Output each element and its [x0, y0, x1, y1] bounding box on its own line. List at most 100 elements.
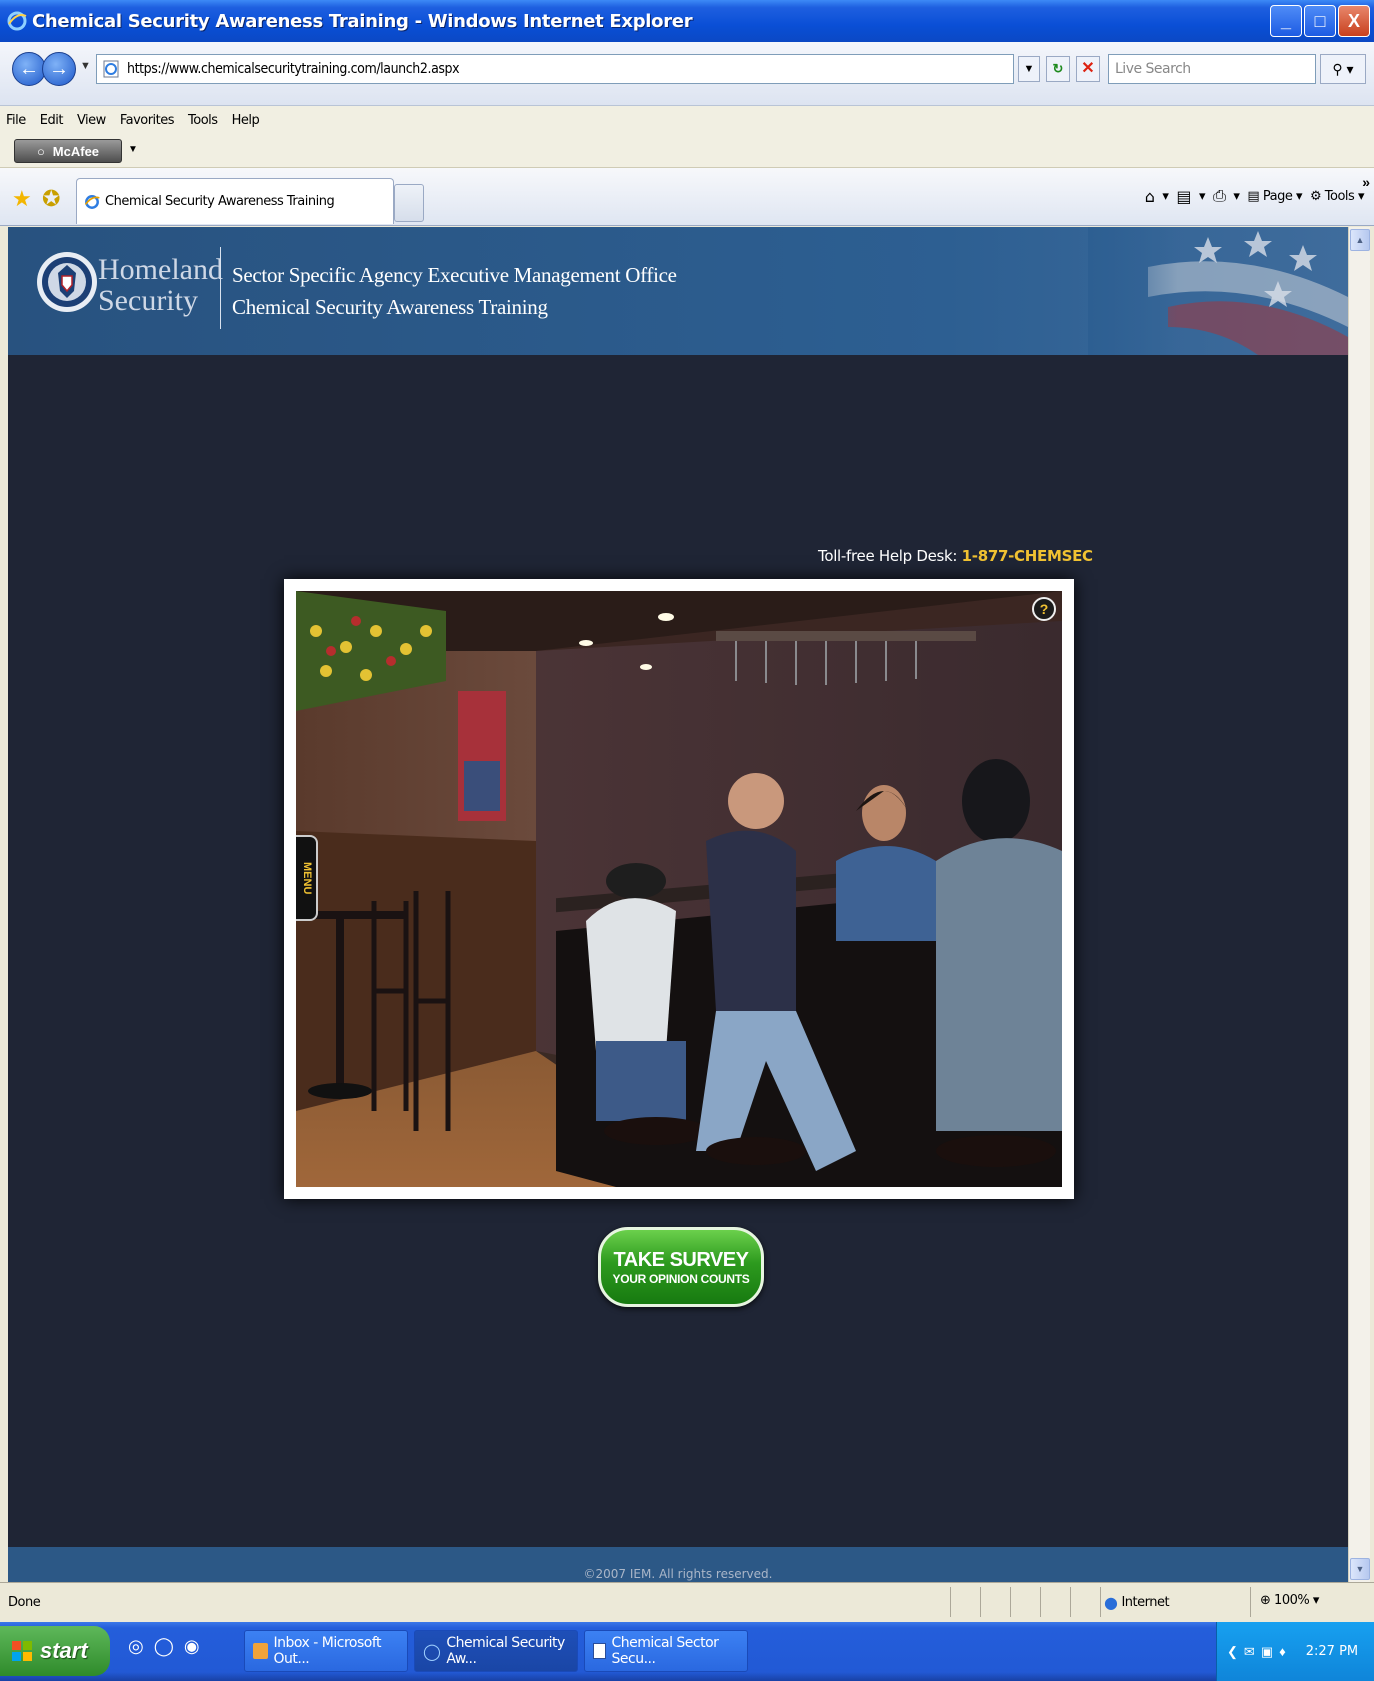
maximize-button[interactable]: □	[1304, 5, 1336, 37]
refresh-button[interactable]: ↻	[1046, 56, 1070, 82]
vertical-scrollbar[interactable]: ▲ ▼	[1348, 227, 1370, 1582]
menu-view[interactable]: View	[77, 113, 106, 128]
ie-quick-icon[interactable]: ◯	[154, 1636, 174, 1657]
window-controls: _ □ X	[1270, 5, 1370, 37]
clock: 2:27 PM	[1305, 1644, 1359, 1659]
globe-icon: ●	[1104, 1593, 1118, 1612]
forward-arrow-icon: →	[49, 57, 69, 80]
zoom-dropdown-icon: ▾	[1312, 1593, 1320, 1608]
status-cell	[1040, 1587, 1041, 1617]
survey-title: TAKE SURVEY	[613, 1248, 749, 1271]
quick-launch: ◎ ◯ ◉	[128, 1636, 200, 1657]
task-inbox-outlook[interactable]: Inbox - Microsoft Out...	[244, 1630, 408, 1672]
start-label: start	[40, 1638, 88, 1663]
page-menu-icon: ▤	[1247, 188, 1260, 204]
new-tab-button[interactable]	[394, 184, 424, 222]
help-button[interactable]: ?	[1032, 597, 1056, 621]
mcafee-toolbar: ○ McAfee ▼	[0, 134, 1374, 168]
menu-tab-button[interactable]: MENU	[296, 835, 318, 921]
page-icon	[103, 60, 119, 78]
network-icon[interactable]: ♦	[1279, 1644, 1286, 1659]
address-dropdown-button[interactable]: ▼	[1018, 56, 1040, 82]
status-cell	[950, 1587, 951, 1617]
security-zone[interactable]: ● Internet	[1104, 1593, 1170, 1612]
window-title: Chemical Security Awareness Training - W…	[32, 10, 693, 32]
print-icon[interactable]: ⎙	[1213, 186, 1226, 206]
desktop-icon[interactable]: ◎	[128, 1636, 144, 1657]
feeds-icon[interactable]: ▤	[1176, 187, 1191, 206]
status-cell	[1100, 1587, 1101, 1617]
status-cell	[1070, 1587, 1071, 1617]
favorites-star-icon[interactable]: ★	[12, 186, 32, 212]
stop-button[interactable]: ✕	[1076, 56, 1100, 82]
training-scene[interactable]: ? MENU	[296, 591, 1062, 1187]
search-button[interactable]: ⚲ ▾	[1320, 54, 1366, 84]
minimize-button[interactable]: _	[1270, 5, 1302, 37]
back-button[interactable]: ←	[12, 52, 46, 86]
mcafee-status-icon: ○	[36, 143, 45, 159]
scroll-down-button[interactable]: ▼	[1350, 1558, 1370, 1580]
helpdesk-info: Toll-free Help Desk: 1-877-CHEMSEC	[818, 547, 1093, 565]
address-input[interactable]: https://www.chemicalsecuritytraining.com…	[96, 54, 1014, 84]
take-survey-button[interactable]: TAKE SURVEY YOUR OPINION COUNTS	[598, 1227, 764, 1307]
outlook-tray-icon[interactable]: ▣	[1261, 1644, 1273, 1660]
tab-label: Chemical Security Awareness Training	[105, 194, 335, 209]
add-favorite-icon[interactable]: ✪	[42, 186, 60, 212]
stop-icon: ✕	[1081, 60, 1095, 77]
chevron-more-icon[interactable]: »	[1362, 174, 1370, 190]
start-button[interactable]: start	[0, 1626, 110, 1676]
tray-arrow-icon[interactable]: ❮	[1227, 1644, 1238, 1660]
ie-task-icon: ◯	[423, 1641, 441, 1661]
task-label: Chemical Sector Secu...	[611, 1635, 719, 1667]
menu-favorites[interactable]: Favorites	[120, 113, 175, 128]
site-header: Homeland Security Sector Specific Agency…	[8, 227, 1348, 355]
forward-button[interactable]: →	[42, 52, 76, 86]
menu-help[interactable]: Help	[232, 113, 260, 128]
helpdesk-phone: 1-877-CHEMSEC	[961, 547, 1093, 565]
task-chemical-sector[interactable]: Chemical Sector Secu...	[584, 1630, 748, 1672]
tab-chemical-security[interactable]: Chemical Security Awareness Training	[76, 178, 394, 224]
page-menu-button[interactable]: ▤ Page ▾	[1247, 189, 1302, 204]
mcafee-dropdown-icon[interactable]: ▼	[128, 144, 138, 155]
helpdesk-label: Toll-free Help Desk:	[818, 547, 958, 565]
site-footer: ©2007 IEM. All rights reserved.	[8, 1547, 1348, 1582]
windows-taskbar: start ◎ ◯ ◉ Inbox - Microsoft Out... ◯ C…	[0, 1622, 1374, 1681]
menu-file[interactable]: File	[6, 113, 26, 128]
mail-icon[interactable]: ✉	[1244, 1644, 1255, 1660]
windows-logo-icon	[12, 1641, 32, 1661]
training-title: Chemical Security Awareness Training	[232, 295, 548, 319]
task-label: Chemical Security Aw...	[446, 1635, 565, 1667]
survey-subtitle: YOUR OPINION COUNTS	[612, 1271, 750, 1286]
ie-icon	[7, 11, 27, 31]
status-cell	[1250, 1587, 1251, 1617]
flag-graphic	[1088, 227, 1348, 355]
close-button[interactable]: X	[1338, 5, 1370, 37]
window-titlebar[interactable]: Chemical Security Awareness Training - W…	[0, 0, 1374, 42]
task-chemical-security[interactable]: ◯ Chemical Security Aw...	[414, 1630, 578, 1672]
tools-menu-label: Tools	[1324, 188, 1355, 204]
zoom-control[interactable]: ⊕ 100% ▾	[1260, 1593, 1319, 1608]
bar-scene-image	[296, 591, 1062, 1187]
scroll-up-button[interactable]: ▲	[1350, 229, 1370, 251]
menu-bar: File Edit View Favorites Tools Help	[0, 106, 1374, 134]
command-bar: ⌂ ▾ ▤ ▾ ⎙ ▾ ▤ Page ▾ ⚙ Tools ▾	[1144, 186, 1365, 206]
history-dropdown-icon[interactable]: ▼	[80, 60, 91, 72]
tab-bar: ★ ✪ Chemical Security Awareness Training…	[0, 168, 1374, 226]
home-icon[interactable]: ⌂	[1145, 187, 1155, 206]
status-text: Done	[8, 1595, 41, 1610]
status-cell	[980, 1587, 981, 1617]
mcafee-label: McAfee	[52, 143, 100, 159]
brand-security: Security	[98, 284, 198, 317]
system-tray: ❮ ✉ ▣ ♦ 2:27 PM	[1216, 1622, 1374, 1681]
menu-tools[interactable]: Tools	[188, 113, 218, 128]
mcafee-button[interactable]: ○ McAfee	[14, 139, 122, 163]
media-icon[interactable]: ◉	[184, 1636, 200, 1657]
zone-label: Internet	[1121, 1595, 1170, 1610]
brand-homeland: Homeland	[98, 253, 223, 286]
tools-menu-button[interactable]: ⚙ Tools ▾	[1310, 188, 1365, 204]
search-icon: ⚲	[1332, 61, 1343, 77]
address-url: https://www.chemicalsecuritytraining.com…	[127, 61, 460, 77]
menu-edit[interactable]: Edit	[40, 113, 64, 128]
search-input[interactable]: Live Search	[1108, 54, 1316, 84]
zoom-icon: ⊕	[1260, 1593, 1271, 1608]
